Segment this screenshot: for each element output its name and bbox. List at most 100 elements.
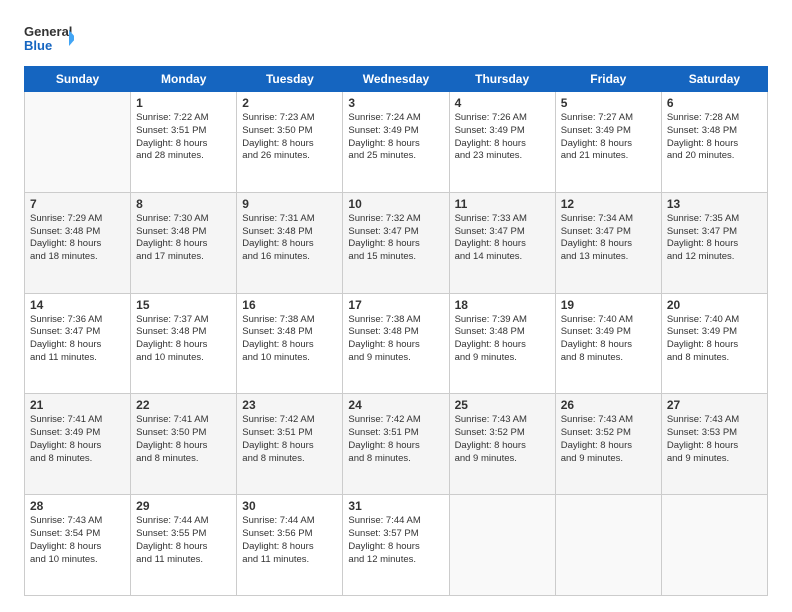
day-number: 2 xyxy=(242,96,337,110)
day-info: Sunrise: 7:22 AM Sunset: 3:51 PM Dayligh… xyxy=(136,112,231,163)
week-row-2: 7 Sunrise: 7:29 AM Sunset: 3:48 PM Daylig… xyxy=(25,192,768,293)
day-info: Sunrise: 7:42 AM Sunset: 3:51 PM Dayligh… xyxy=(242,414,337,465)
day-info: Sunrise: 7:36 AM Sunset: 3:47 PM Dayligh… xyxy=(30,314,125,365)
day-number: 27 xyxy=(667,398,762,412)
day-number: 15 xyxy=(136,298,231,312)
day-header-sunday: Sunday xyxy=(25,67,131,92)
day-info: Sunrise: 7:32 AM Sunset: 3:47 PM Dayligh… xyxy=(348,213,443,264)
day-info: Sunrise: 7:39 AM Sunset: 3:48 PM Dayligh… xyxy=(455,314,550,365)
calendar-cell: 22Sunrise: 7:41 AM Sunset: 3:50 PM Dayli… xyxy=(131,394,237,495)
week-row-5: 28Sunrise: 7:43 AM Sunset: 3:54 PM Dayli… xyxy=(25,495,768,596)
calendar-cell: 13 Sunrise: 7:35 AM Sunset: 3:47 PM Dayli… xyxy=(661,192,767,293)
calendar-cell: 18 Sunrise: 7:39 AM Sunset: 3:48 PM Dayli… xyxy=(449,293,555,394)
day-info: Sunrise: 7:30 AM Sunset: 3:48 PM Dayligh… xyxy=(136,213,231,264)
day-number: 14 xyxy=(30,298,125,312)
calendar-cell: 29Sunrise: 7:44 AM Sunset: 3:55 PM Dayli… xyxy=(131,495,237,596)
day-info: Sunrise: 7:34 AM Sunset: 3:47 PM Dayligh… xyxy=(561,213,656,264)
calendar-cell: 21 Sunrise: 7:41 AM Sunset: 3:49 PM Dayli… xyxy=(25,394,131,495)
calendar-cell: 30 Sunrise: 7:44 AM Sunset: 3:56 PM Dayli… xyxy=(237,495,343,596)
day-info: Sunrise: 7:35 AM Sunset: 3:47 PM Dayligh… xyxy=(667,213,762,264)
calendar-cell xyxy=(25,92,131,193)
calendar-cell: 5 Sunrise: 7:27 AM Sunset: 3:49 PM Daylig… xyxy=(555,92,661,193)
day-number: 13 xyxy=(667,197,762,211)
day-number: 9 xyxy=(242,197,337,211)
day-info: Sunrise: 7:44 AM Sunset: 3:55 PM Dayligh… xyxy=(136,515,231,566)
day-number: 20 xyxy=(667,298,762,312)
calendar-cell xyxy=(661,495,767,596)
day-number: 31 xyxy=(348,499,443,513)
day-number: 21 xyxy=(30,398,125,412)
day-header-thursday: Thursday xyxy=(449,67,555,92)
day-info: Sunrise: 7:23 AM Sunset: 3:50 PM Dayligh… xyxy=(242,112,337,163)
week-row-4: 21 Sunrise: 7:41 AM Sunset: 3:49 PM Dayli… xyxy=(25,394,768,495)
day-info: Sunrise: 7:26 AM Sunset: 3:49 PM Dayligh… xyxy=(455,112,550,163)
day-info: Sunrise: 7:38 AM Sunset: 3:48 PM Dayligh… xyxy=(242,314,337,365)
calendar-cell: 3Sunrise: 7:24 AM Sunset: 3:49 PM Daylig… xyxy=(343,92,449,193)
calendar-cell xyxy=(449,495,555,596)
day-info: Sunrise: 7:41 AM Sunset: 3:50 PM Dayligh… xyxy=(136,414,231,465)
day-info: Sunrise: 7:38 AM Sunset: 3:48 PM Dayligh… xyxy=(348,314,443,365)
day-number: 12 xyxy=(561,197,656,211)
calendar-cell: 16Sunrise: 7:38 AM Sunset: 3:48 PM Dayli… xyxy=(237,293,343,394)
day-info: Sunrise: 7:43 AM Sunset: 3:53 PM Dayligh… xyxy=(667,414,762,465)
day-number: 19 xyxy=(561,298,656,312)
calendar-cell: 7 Sunrise: 7:29 AM Sunset: 3:48 PM Daylig… xyxy=(25,192,131,293)
calendar-cell: 14 Sunrise: 7:36 AM Sunset: 3:47 PM Dayli… xyxy=(25,293,131,394)
calendar-cell: 19Sunrise: 7:40 AM Sunset: 3:49 PM Dayli… xyxy=(555,293,661,394)
calendar-cell: 31 Sunrise: 7:44 AM Sunset: 3:57 PM Dayli… xyxy=(343,495,449,596)
day-info: Sunrise: 7:29 AM Sunset: 3:48 PM Dayligh… xyxy=(30,213,125,264)
day-info: Sunrise: 7:44 AM Sunset: 3:56 PM Dayligh… xyxy=(242,515,337,566)
day-info: Sunrise: 7:27 AM Sunset: 3:49 PM Dayligh… xyxy=(561,112,656,163)
day-info: Sunrise: 7:33 AM Sunset: 3:47 PM Dayligh… xyxy=(455,213,550,264)
day-number: 8 xyxy=(136,197,231,211)
calendar-cell: 12 Sunrise: 7:34 AM Sunset: 3:47 PM Dayli… xyxy=(555,192,661,293)
day-number: 23 xyxy=(242,398,337,412)
day-number: 30 xyxy=(242,499,337,513)
day-number: 6 xyxy=(667,96,762,110)
logo-svg: General Blue xyxy=(24,20,74,56)
week-row-1: 1Sunrise: 7:22 AM Sunset: 3:51 PM Daylig… xyxy=(25,92,768,193)
day-number: 24 xyxy=(348,398,443,412)
day-info: Sunrise: 7:28 AM Sunset: 3:48 PM Dayligh… xyxy=(667,112,762,163)
calendar-cell: 15Sunrise: 7:37 AM Sunset: 3:48 PM Dayli… xyxy=(131,293,237,394)
day-header-tuesday: Tuesday xyxy=(237,67,343,92)
calendar-cell: 4Sunrise: 7:26 AM Sunset: 3:49 PM Daylig… xyxy=(449,92,555,193)
day-number: 7 xyxy=(30,197,125,211)
week-row-3: 14 Sunrise: 7:36 AM Sunset: 3:47 PM Dayli… xyxy=(25,293,768,394)
day-info: Sunrise: 7:24 AM Sunset: 3:49 PM Dayligh… xyxy=(348,112,443,163)
day-info: Sunrise: 7:43 AM Sunset: 3:52 PM Dayligh… xyxy=(455,414,550,465)
day-number: 25 xyxy=(455,398,550,412)
header: General Blue xyxy=(24,20,768,56)
day-number: 17 xyxy=(348,298,443,312)
logo: General Blue xyxy=(24,20,74,56)
calendar-cell: 9 Sunrise: 7:31 AM Sunset: 3:48 PM Daylig… xyxy=(237,192,343,293)
day-number: 11 xyxy=(455,197,550,211)
day-number: 10 xyxy=(348,197,443,211)
day-info: Sunrise: 7:42 AM Sunset: 3:51 PM Dayligh… xyxy=(348,414,443,465)
calendar-table: SundayMondayTuesdayWednesdayThursdayFrid… xyxy=(24,66,768,596)
day-number: 5 xyxy=(561,96,656,110)
calendar-cell: 6 Sunrise: 7:28 AM Sunset: 3:48 PM Daylig… xyxy=(661,92,767,193)
day-header-saturday: Saturday xyxy=(661,67,767,92)
calendar-cell: 24 Sunrise: 7:42 AM Sunset: 3:51 PM Dayli… xyxy=(343,394,449,495)
day-info: Sunrise: 7:31 AM Sunset: 3:48 PM Dayligh… xyxy=(242,213,337,264)
calendar-cell: 2 Sunrise: 7:23 AM Sunset: 3:50 PM Daylig… xyxy=(237,92,343,193)
day-info: Sunrise: 7:44 AM Sunset: 3:57 PM Dayligh… xyxy=(348,515,443,566)
day-number: 18 xyxy=(455,298,550,312)
day-info: Sunrise: 7:43 AM Sunset: 3:52 PM Dayligh… xyxy=(561,414,656,465)
page: General Blue SundayMondayTuesdayWednesda… xyxy=(0,0,792,612)
svg-text:Blue: Blue xyxy=(24,38,52,53)
calendar-cell: 17 Sunrise: 7:38 AM Sunset: 3:48 PM Dayli… xyxy=(343,293,449,394)
calendar-cell: 25 Sunrise: 7:43 AM Sunset: 3:52 PM Dayli… xyxy=(449,394,555,495)
calendar-cell: 11 Sunrise: 7:33 AM Sunset: 3:47 PM Dayli… xyxy=(449,192,555,293)
calendar-cell: 28Sunrise: 7:43 AM Sunset: 3:54 PM Dayli… xyxy=(25,495,131,596)
header-row: SundayMondayTuesdayWednesdayThursdayFrid… xyxy=(25,67,768,92)
day-info: Sunrise: 7:40 AM Sunset: 3:49 PM Dayligh… xyxy=(667,314,762,365)
calendar-cell: 8 Sunrise: 7:30 AM Sunset: 3:48 PM Daylig… xyxy=(131,192,237,293)
calendar-cell: 1Sunrise: 7:22 AM Sunset: 3:51 PM Daylig… xyxy=(131,92,237,193)
day-header-monday: Monday xyxy=(131,67,237,92)
day-info: Sunrise: 7:41 AM Sunset: 3:49 PM Dayligh… xyxy=(30,414,125,465)
day-info: Sunrise: 7:43 AM Sunset: 3:54 PM Dayligh… xyxy=(30,515,125,566)
calendar-cell: 27 Sunrise: 7:43 AM Sunset: 3:53 PM Dayli… xyxy=(661,394,767,495)
calendar-cell xyxy=(555,495,661,596)
